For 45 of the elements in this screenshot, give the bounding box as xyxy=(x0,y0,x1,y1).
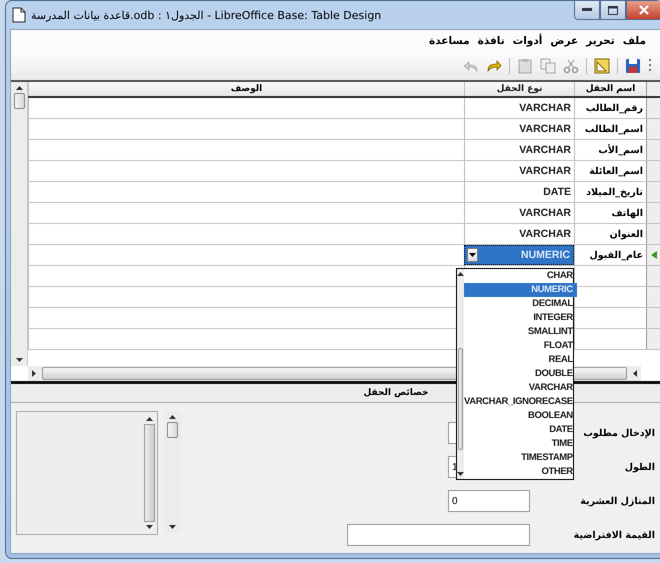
property-label: القيمة الافتراضية xyxy=(574,530,655,540)
table-cell: رقم_الطالب xyxy=(574,98,646,118)
table-cell: VARCHAR xyxy=(464,203,574,223)
window-title: قاعدة بيانات المدرسة.odb : الجدول١ - LibreOffice Base: Table Design xyxy=(31,8,382,22)
table-cell: DATE xyxy=(464,182,574,202)
dropdown-option[interactable]: TIMESTAMP xyxy=(464,451,577,465)
dropdown-option[interactable]: DECIMAL xyxy=(464,297,577,311)
dropdown-option[interactable]: DATE xyxy=(464,423,577,437)
dropdown-option[interactable]: BOOLEAN xyxy=(464,409,577,423)
input-field[interactable]: 0 xyxy=(448,490,530,512)
dropdown-option[interactable]: INTEGER xyxy=(464,311,577,325)
dropdown-option[interactable]: REAL xyxy=(464,353,577,367)
column-header[interactable]: اسم الحقل xyxy=(574,82,646,96)
type-dropdown[interactable]: NUMERIC xyxy=(464,245,574,265)
table-cell: اسم_العائلة xyxy=(574,161,646,181)
dropdown-option[interactable]: CHAR xyxy=(464,269,577,283)
dropdown-option[interactable]: VARCHAR xyxy=(464,381,577,395)
dropdown-option[interactable]: FLOAT xyxy=(464,339,577,353)
property-label: الطول xyxy=(624,462,655,472)
table-cell: الهاتف xyxy=(574,203,646,223)
menu-item[interactable]: عرض xyxy=(550,35,578,49)
section-title: خصائص الحقل xyxy=(364,388,428,398)
dropdown-option[interactable]: SMALLINT xyxy=(464,325,577,339)
column-header[interactable]: نوع الحقل xyxy=(464,82,574,96)
table-cell: VARCHAR xyxy=(464,98,574,118)
menu-item[interactable]: أدوات xyxy=(512,35,542,49)
dropdown-option[interactable]: NUMERIC xyxy=(464,283,577,297)
dropdown-option[interactable]: DOUBLE xyxy=(464,367,577,381)
table-cell: VARCHAR xyxy=(464,161,574,181)
table-cell: VARCHAR xyxy=(464,140,574,160)
property-label: المنازل العشرية xyxy=(580,496,655,506)
property-label: الإدخال مطلوب xyxy=(583,428,655,438)
menu-item[interactable]: نافذة xyxy=(478,35,505,49)
table-cell: اسم_الطالب xyxy=(574,119,646,139)
menu-item[interactable]: مساعدة xyxy=(429,35,470,49)
menu-item[interactable]: ملف xyxy=(622,35,646,49)
table-cell: اسم_الأب xyxy=(574,140,646,160)
dropdown-option[interactable]: OTHER xyxy=(464,465,577,479)
dropdown-option[interactable]: TIME xyxy=(464,437,577,451)
dropdown-option[interactable]: VARCHAR_IGNORECASE xyxy=(464,395,577,409)
table-cell: VARCHAR xyxy=(464,224,574,244)
table-cell: VARCHAR xyxy=(464,119,574,139)
menu-item[interactable]: تحرير xyxy=(586,35,615,49)
table-cell: تاريخ_الميلاد xyxy=(574,182,646,202)
table-cell: العنوان xyxy=(574,224,646,244)
